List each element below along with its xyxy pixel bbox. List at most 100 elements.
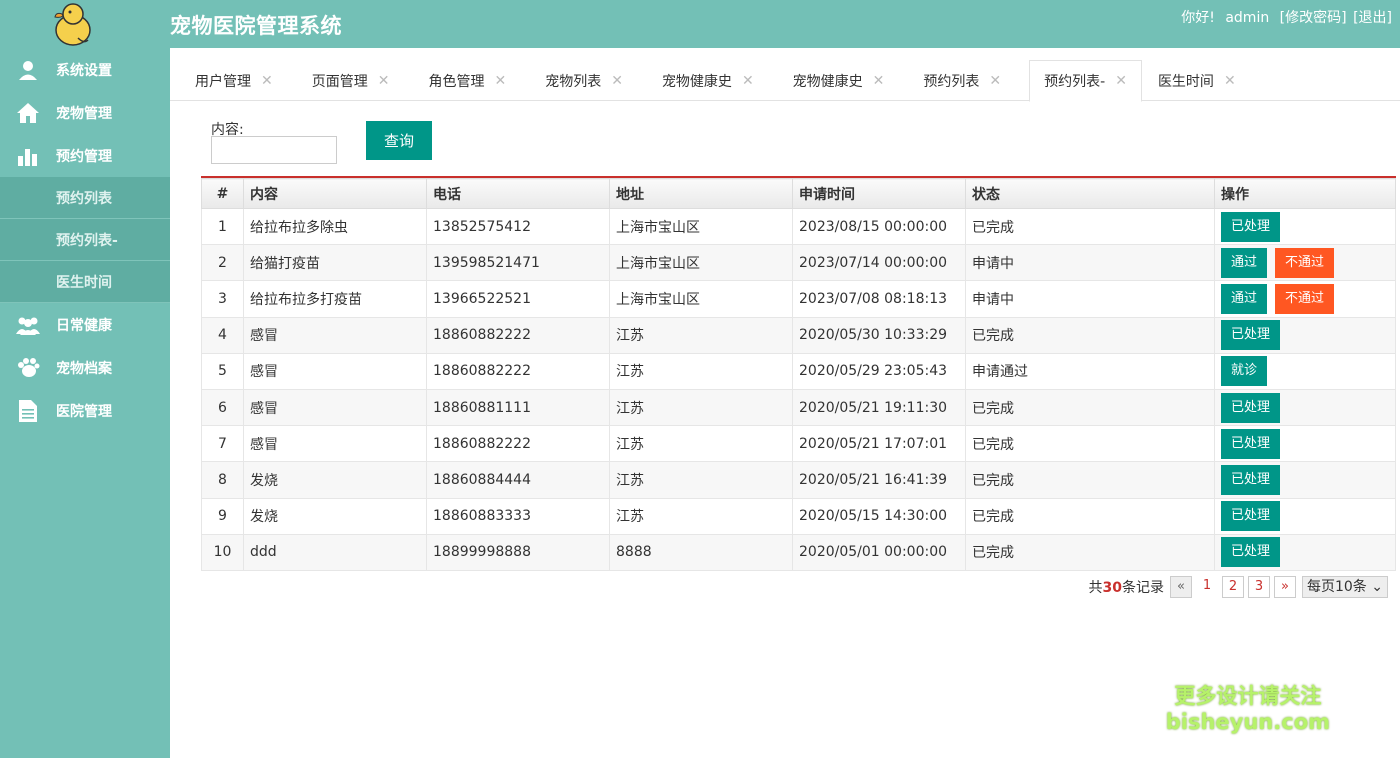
app-title: 宠物医院管理系统	[170, 14, 342, 38]
sidebar-subitem-appointment-list-alt[interactable]: 预约列表-	[0, 219, 170, 261]
sidebar-item-system-settings[interactable]: 系统设置	[0, 48, 170, 91]
table-row: 8 发烧 18860884444 江苏 2020/05/21 16:41:39 已完成 已处…	[201, 461, 1396, 499]
sidebar-item-appointment-management[interactable]: 预约管理	[0, 134, 170, 177]
tab-user-management[interactable]: 用户管理 ✕	[170, 60, 287, 101]
processed-button[interactable]: 已处理	[1221, 392, 1281, 423]
row-number: 9	[201, 497, 244, 535]
cell-status: 申请中	[965, 280, 1215, 318]
row-number: 10	[201, 533, 244, 571]
total-prefix: 共	[1088, 580, 1103, 596]
user-bar: 你好! admin [修改密码] [退出]	[1175, 7, 1392, 27]
tab-label: 宠物健康史	[792, 73, 863, 90]
prev-page-button[interactable]: «	[1169, 576, 1192, 598]
tab-page-management[interactable]: 页面管理 ✕	[287, 60, 404, 101]
close-icon[interactable]: ✕	[494, 73, 506, 89]
cell-address: 江苏	[609, 316, 793, 354]
user-icon	[0, 59, 56, 81]
processed-button[interactable]: 已处理	[1221, 501, 1281, 532]
cell-phone: 18860883333	[426, 497, 610, 535]
tab-pet-list[interactable]: 宠物列表 ✕	[520, 60, 637, 101]
column-header: 操作	[1214, 178, 1396, 209]
total-suffix: 条记录	[1121, 580, 1164, 596]
sidebar-item-pet-records[interactable]: 宠物档案	[0, 346, 170, 389]
sidebar-item-hospital-management[interactable]: 医院管理	[0, 389, 170, 432]
approve-button[interactable]: 通过	[1221, 283, 1268, 314]
close-icon[interactable]: ✕	[873, 73, 885, 89]
column-header: 地址	[609, 178, 793, 209]
table-row: 2 给猫打疫苗 139598521471 上海市宝山区 2023/07/14 00:00…	[201, 244, 1396, 282]
cell-actions: 已处理	[1214, 461, 1396, 499]
group-icon	[0, 315, 56, 335]
sidebar-subitem-doctor-time[interactable]: 医生时间	[0, 261, 170, 303]
visit-button[interactable]: 就诊	[1221, 356, 1268, 387]
cell-time: 2020/05/30 10:33:29	[792, 316, 966, 354]
processed-button[interactable]: 已处理	[1221, 428, 1281, 459]
row-number: 4	[201, 316, 244, 354]
close-icon[interactable]: ✕	[989, 73, 1001, 89]
sidebar-item-label: 宠物管理	[56, 105, 112, 122]
reject-button[interactable]: 不通过	[1275, 283, 1335, 314]
home-icon	[0, 102, 56, 124]
cell-phone: 18860884444	[426, 461, 610, 499]
tab-appointment-list-alt[interactable]: 预约列表- ✕	[1029, 60, 1142, 102]
tab-pet-health-history[interactable]: 宠物健康史 ✕	[637, 60, 768, 101]
processed-button[interactable]: 已处理	[1221, 211, 1281, 242]
sidebar-item-pet-management[interactable]: 宠物管理	[0, 91, 170, 134]
cell-phone: 139598521471	[426, 244, 610, 282]
next-page-button[interactable]: »	[1273, 576, 1296, 598]
table-row: 3 给拉布拉多打疫苗 13966522521 上海市宝山区 2023/07/08 08:…	[201, 280, 1396, 318]
change-password-link[interactable]: [修改密码]	[1280, 10, 1347, 26]
close-icon[interactable]: ✕	[1115, 73, 1127, 89]
processed-button[interactable]: 已处理	[1221, 464, 1281, 495]
tab-appointment-list[interactable]: 预约列表 ✕	[898, 60, 1015, 101]
cell-status: 已完成	[965, 425, 1215, 463]
cell-content: 给猫打疫苗	[243, 244, 427, 282]
query-button[interactable]: 查询	[366, 121, 432, 160]
sidebar-item-daily-health[interactable]: 日常健康	[0, 303, 170, 346]
cell-status: 申请中	[965, 244, 1215, 282]
page-3-button[interactable]: 3	[1247, 576, 1270, 598]
total-count: 30	[1102, 580, 1122, 596]
per-page-select[interactable]: 每页10条 ⌄	[1301, 576, 1388, 598]
close-icon[interactable]: ✕	[1224, 73, 1236, 89]
cell-address: 江苏	[609, 425, 793, 463]
cell-content: 发烧	[243, 497, 427, 535]
cell-status: 已完成	[965, 316, 1215, 354]
processed-button[interactable]: 已处理	[1221, 320, 1281, 351]
logout-link[interactable]: [退出]	[1353, 10, 1392, 26]
close-icon[interactable]: ✕	[378, 73, 390, 89]
reject-button[interactable]: 不通过	[1275, 247, 1335, 278]
cell-status: 已完成	[965, 461, 1215, 499]
sidebar-item-label: 医院管理	[56, 403, 112, 420]
page-1-button[interactable]: 1	[1195, 576, 1218, 598]
cell-address: 江苏	[609, 461, 793, 499]
close-icon[interactable]: ✕	[611, 73, 623, 89]
close-icon[interactable]: ✕	[742, 73, 754, 89]
row-number: 6	[201, 388, 244, 427]
tab-role-management[interactable]: 角色管理 ✕	[403, 60, 520, 101]
cell-actions: 通过 不通过	[1214, 244, 1396, 282]
tab-doctor-time[interactable]: 医生时间 ✕	[1142, 60, 1250, 101]
duck-logo	[54, 3, 91, 46]
approve-button[interactable]: 通过	[1221, 247, 1268, 278]
close-icon[interactable]: ✕	[261, 73, 273, 89]
column-header: 内容	[243, 178, 427, 209]
document-icon	[0, 399, 56, 423]
tab-label: 医生时间	[1157, 73, 1214, 90]
cell-status: 申请通过	[965, 352, 1215, 390]
cell-phone: 13966522521	[426, 280, 610, 318]
row-number: 1	[201, 207, 244, 246]
total-records: 共30条记录	[1089, 577, 1164, 597]
cell-phone: 13852575412	[426, 207, 610, 246]
sidebar-item-label: 预约管理	[56, 148, 112, 165]
cell-content: 感冒	[243, 388, 427, 427]
tab-label: 角色管理	[428, 73, 485, 90]
page-2-button[interactable]: 2	[1221, 576, 1244, 598]
sidebar-subitem-appointment-list[interactable]: 预约列表	[0, 177, 170, 219]
bar-chart-icon	[0, 146, 56, 166]
table-row: 10 ddd 18899998888 8888 2020/05/01 00:00:00 已…	[201, 533, 1396, 571]
greeting: 你好!	[1181, 10, 1215, 26]
processed-button[interactable]: 已处理	[1221, 537, 1281, 568]
search-input[interactable]	[211, 136, 337, 164]
tab-pet-health-history-2[interactable]: 宠物健康史 ✕	[768, 60, 899, 101]
